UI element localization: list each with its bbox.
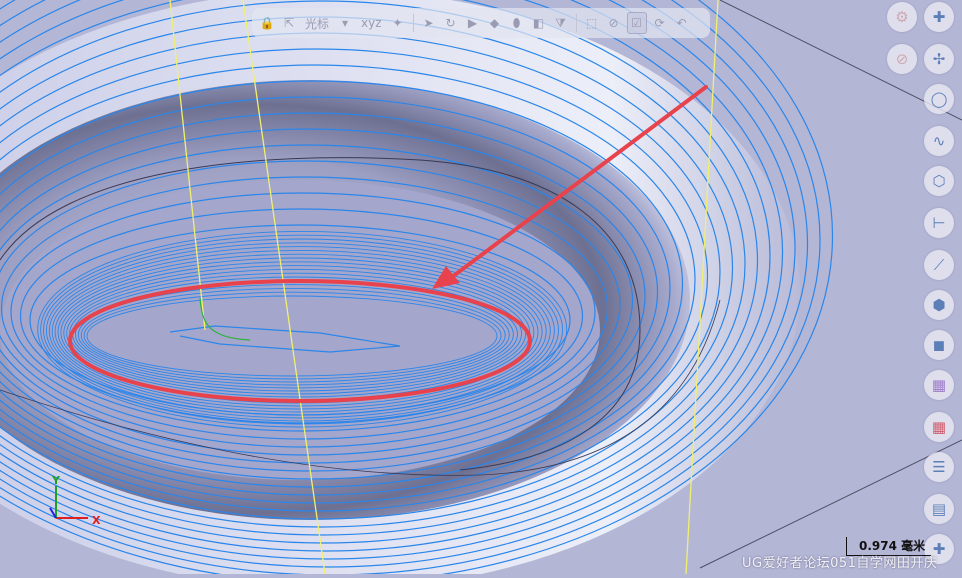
select-pointer-icon[interactable]: ⇱ xyxy=(280,13,298,33)
graphics-viewport[interactable]: X Y xyxy=(0,0,962,578)
color-square-red-icon[interactable]: ▦ xyxy=(924,412,954,442)
color-square-icon[interactable]: ▦ xyxy=(924,370,954,400)
circle-icon[interactable]: ◯ xyxy=(924,84,954,114)
toolbar-divider xyxy=(575,14,577,32)
scale-value: 0.974 xyxy=(859,539,897,553)
settings-icon[interactable]: ⚙ xyxy=(887,2,917,32)
curve-icon[interactable]: ∿ xyxy=(924,126,954,156)
filter-icon[interactable]: ⧩ xyxy=(552,13,570,33)
cursor-label[interactable]: 光标 xyxy=(302,15,332,32)
right-toolbar: ⚙ ✚ ⊘ ✢ ◯ ∿ ⬡ ⊢ ⟋ ⬢ ◼ ▦ ▦ ☰ ▤ ✚ xyxy=(886,0,962,574)
point-add-icon[interactable]: ✢ xyxy=(924,44,954,74)
view-fit-icon[interactable]: ⬮ xyxy=(508,13,526,33)
selection-toolbar: 🔒 ⇱ 光标 ▾ xyz ✦ ➤ ↻ ▶ ◆ ⬮ ◧ ⧩ ⬚ ⊘ ☑ ⟳ ↶ xyxy=(252,8,710,38)
xyz-coordinate-label[interactable]: xyz xyxy=(358,16,385,30)
view-rotate-icon[interactable]: ↻ xyxy=(442,13,460,33)
solid-icon[interactable]: ◼ xyxy=(924,330,954,360)
dimension-icon[interactable]: ⊢ xyxy=(924,208,954,238)
measure-icon[interactable]: ⟋ xyxy=(924,250,954,280)
no-entry-icon[interactable]: ⊘ xyxy=(887,44,917,74)
box-select-icon[interactable]: ⬚ xyxy=(583,13,601,33)
section-icon[interactable]: ◧ xyxy=(530,13,548,33)
watermark-text: UG爱好者论坛051自学网田开庆 xyxy=(742,556,938,571)
arrow-select-icon[interactable]: ➤ xyxy=(420,13,438,33)
select-check-icon[interactable]: ☑ xyxy=(626,12,647,34)
layer-icon[interactable]: ☰ xyxy=(924,452,954,482)
scale-unit: 毫米 xyxy=(901,539,926,553)
view-zoom-icon[interactable]: ◆ xyxy=(486,13,504,33)
model-view: X Y xyxy=(0,0,962,578)
refresh-icon[interactable]: ⟳ xyxy=(651,13,669,33)
dropdown-caret-icon[interactable]: ▾ xyxy=(336,13,354,33)
undo-icon[interactable]: ↶ xyxy=(673,13,691,33)
toolbar-divider xyxy=(412,14,414,32)
lock-icon[interactable]: 🔒 xyxy=(258,13,276,33)
view-pan-icon[interactable]: ▶ xyxy=(464,13,482,33)
axis-y-label: Y xyxy=(51,474,61,487)
plus-icon[interactable]: ✚ xyxy=(924,2,954,32)
snap-point-icon[interactable]: ✦ xyxy=(389,13,407,33)
grid-icon[interactable]: ▤ xyxy=(924,494,954,524)
stop-icon[interactable]: ⊘ xyxy=(605,13,623,33)
axis-x-label: X xyxy=(92,514,101,527)
shaded-view-icon[interactable]: ⬢ xyxy=(924,290,954,320)
cube-view-icon[interactable]: ⬡ xyxy=(924,166,954,196)
